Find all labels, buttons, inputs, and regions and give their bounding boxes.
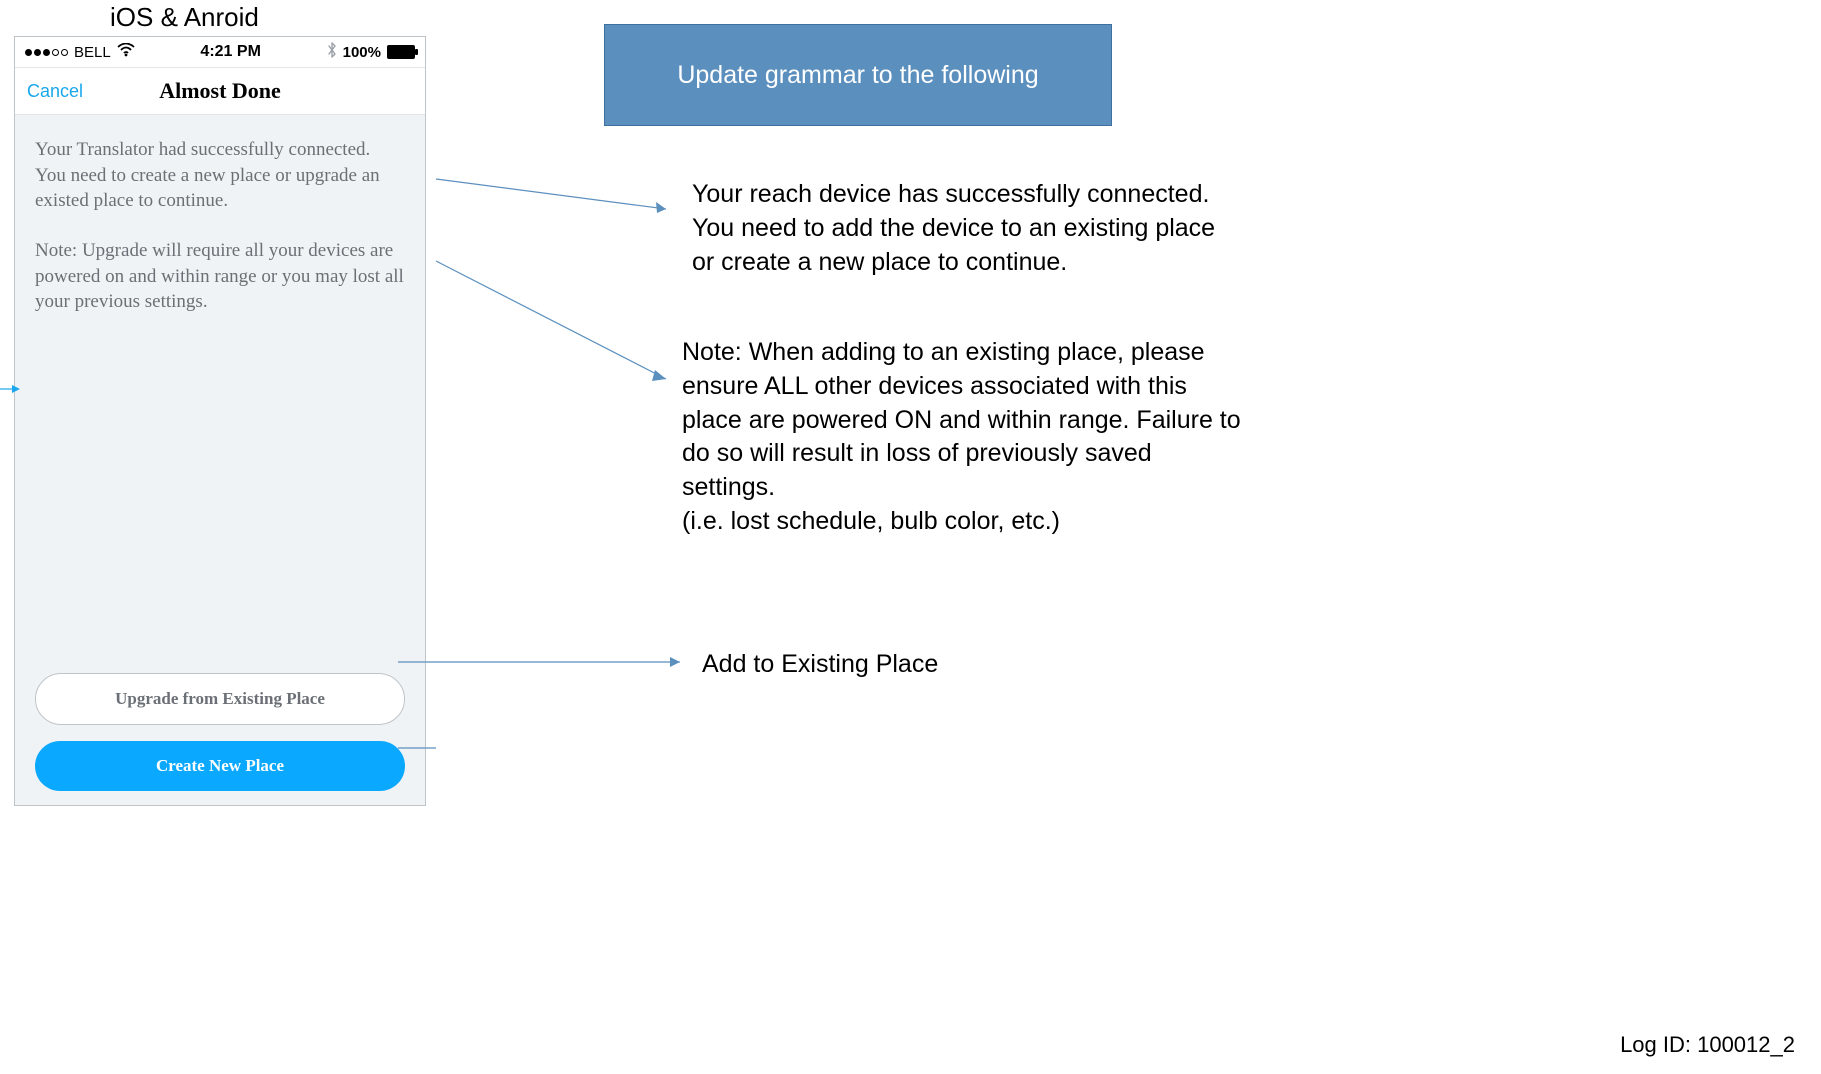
revised-paragraph-1: Your reach device has successfully conne… xyxy=(692,178,1232,279)
battery-icon xyxy=(387,45,415,59)
body-text: Your Translator had successfully connect… xyxy=(15,115,425,315)
button-stack: Upgrade from Existing Place Create New P… xyxy=(15,657,425,791)
revised-paragraph-2: Note: When adding to an existing place, … xyxy=(682,336,1242,539)
clock-label: 4:21 PM xyxy=(200,43,260,61)
bluetooth-icon xyxy=(327,42,337,62)
cancel-button[interactable]: Cancel xyxy=(27,81,83,102)
create-button[interactable]: Create New Place xyxy=(35,741,405,791)
platform-label: iOS & Anroid xyxy=(110,2,259,33)
status-bar: BELL 4:21 PM 100% xyxy=(15,37,425,68)
status-right: 100% xyxy=(327,42,415,62)
status-left: BELL xyxy=(25,43,135,62)
signal-dots-icon xyxy=(25,49,68,56)
carrier-label: BELL xyxy=(74,44,111,61)
upgrade-button[interactable]: Upgrade from Existing Place xyxy=(35,673,405,725)
slide-canvas: iOS & Anroid BELL 4:21 PM 100% xyxy=(0,0,1821,1074)
update-grammar-banner: Update grammar to the following xyxy=(604,24,1112,126)
paragraph-2: Note: Upgrade will require all your devi… xyxy=(35,238,405,315)
revised-button-label: Add to Existing Place xyxy=(702,650,938,679)
wifi-icon xyxy=(117,43,135,62)
nav-bar: Cancel Almost Done xyxy=(15,68,425,115)
battery-pct-label: 100% xyxy=(343,44,381,61)
nav-title: Almost Done xyxy=(159,78,281,104)
phone-mock: BELL 4:21 PM 100% Cancel Almost Done You… xyxy=(14,36,426,806)
log-id-label: Log ID: 100012_2 xyxy=(1620,1032,1795,1058)
paragraph-1: Your Translator had successfully connect… xyxy=(35,137,405,214)
